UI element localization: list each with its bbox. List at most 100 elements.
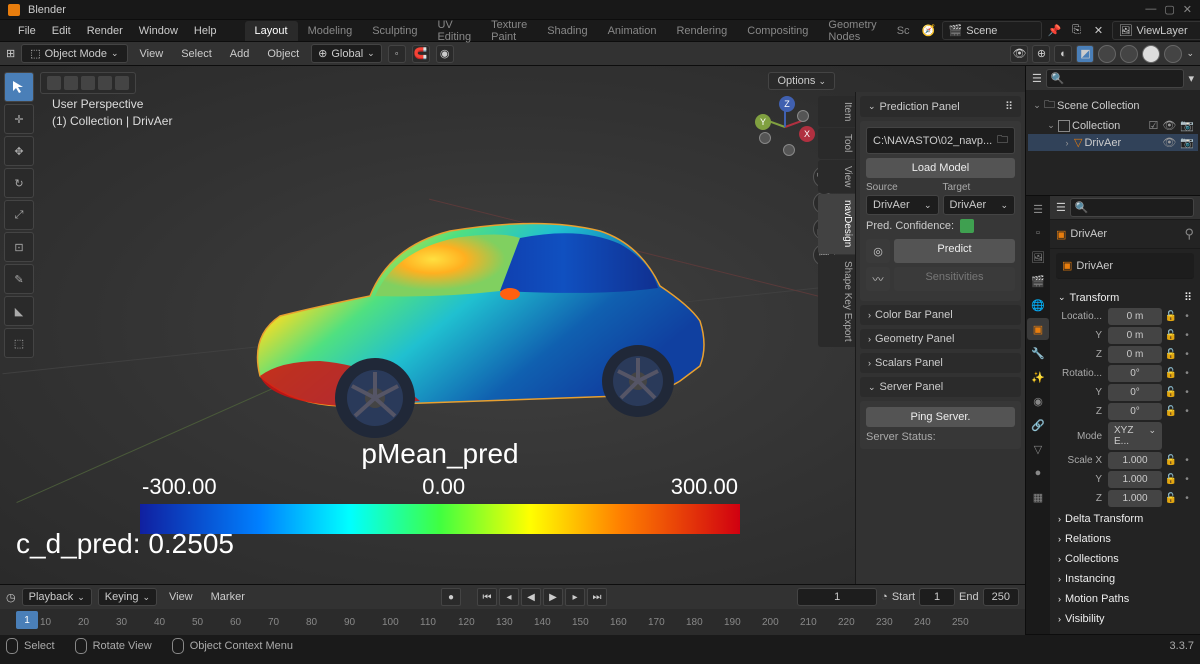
visibility-header[interactable]: ›Visibility (1056, 609, 1194, 629)
sensitivity-icon[interactable]: 〰 (866, 267, 890, 291)
lock-icon[interactable]: 🔓 (1164, 473, 1178, 487)
close-icon[interactable]: ✕ (1183, 3, 1192, 16)
measure-tool[interactable]: ◣ (4, 296, 34, 326)
add-primitive-tool[interactable]: ⬚ (4, 328, 34, 358)
predict-button[interactable]: Predict (894, 239, 1015, 263)
geometry-panel-header[interactable]: ›Geometry Panel (860, 329, 1021, 349)
outliner-object-drivaer[interactable]: ›▽DrivAer👁📷 (1028, 134, 1198, 151)
options-dropdown[interactable]: Options ⌄ (768, 72, 835, 90)
lock-icon[interactable]: 🔓 (1164, 329, 1178, 343)
load-model-button[interactable]: Load Model (866, 158, 1015, 178)
tab-shading[interactable]: Shading (537, 21, 597, 41)
editor-type-icon[interactable]: ⊞ (6, 47, 15, 60)
collections-header[interactable]: ›Collections (1056, 549, 1194, 569)
motion-paths-header[interactable]: ›Motion Paths (1056, 589, 1194, 609)
tab-texture-props[interactable]: ▦ (1027, 486, 1049, 508)
gizmo-x[interactable]: X (799, 126, 815, 142)
outliner-collection[interactable]: ⌄Collection☑👁📷 (1028, 117, 1198, 134)
play-reverse-button[interactable]: ◀ (521, 588, 541, 606)
tab-object-props[interactable]: ▣ (1027, 318, 1049, 340)
start-frame-field[interactable]: 1 (919, 588, 955, 606)
viewport-3d[interactable]: ✛ ✥ ↻ ⤢ ⊡ ✎ ◣ ⬚ User Perspective (1) Col… (0, 66, 1025, 584)
maximize-icon[interactable]: ▢ (1164, 3, 1174, 16)
gizmo-neg-x[interactable] (759, 132, 771, 144)
next-keyframe-button[interactable]: ▸ (565, 588, 585, 606)
rotation-y-field[interactable]: 0° (1108, 384, 1162, 401)
sensitivities-button[interactable]: Sensitivities (894, 267, 1015, 291)
tab-uv-editing[interactable]: UV Editing (427, 15, 481, 47)
scalars-panel-header[interactable]: ›Scalars Panel (860, 353, 1021, 373)
target-icon[interactable]: ◎ (866, 239, 890, 263)
filter-icon[interactable]: ▾ (1188, 72, 1194, 85)
transform-tool[interactable]: ⊡ (4, 232, 34, 262)
tab-animation[interactable]: Animation (598, 21, 667, 41)
copy-scene-icon[interactable]: ⎘ (1068, 22, 1086, 40)
overlay-toggle-button[interactable]: ◐ (1054, 45, 1072, 63)
tab-physics-props[interactable]: ◉ (1027, 390, 1049, 412)
tab-navdesign[interactable]: navDesign (818, 194, 855, 253)
rotate-tool[interactable]: ↻ (4, 168, 34, 198)
lock-icon[interactable]: 🔓 (1164, 348, 1178, 362)
lock-icon[interactable]: 🔓 (1164, 454, 1178, 468)
outliner-search[interactable]: 🔍 (1046, 69, 1185, 88)
rotation-z-field[interactable]: 0° (1108, 403, 1162, 420)
tab-geometry-nodes[interactable]: Geometry Nodes (818, 15, 886, 47)
tab-mesh-props[interactable]: ▽ (1027, 438, 1049, 460)
toolbar-menu-select[interactable]: Select (175, 46, 218, 62)
navigation-gizmo[interactable]: X Y Z (755, 96, 815, 156)
scene-browse-icon[interactable]: 🧭 (920, 22, 938, 40)
menu-file[interactable]: File (10, 22, 44, 40)
properties-search[interactable]: 🔍 (1070, 198, 1194, 217)
xray-toggle-button[interactable]: ◩ (1076, 45, 1094, 63)
scene-name-field[interactable]: 🎬 Scene (942, 21, 1042, 40)
tab-material-props[interactable]: ● (1027, 462, 1049, 484)
viewlayer-field[interactable]: 🖼 ViewLayer (1112, 21, 1200, 40)
timeline-cursor[interactable]: 1 (16, 611, 38, 629)
tab-scene-props[interactable]: 🎬 (1027, 270, 1049, 292)
gizmo-neg-z[interactable] (783, 144, 795, 156)
lock-icon[interactable]: 🔓 (1164, 492, 1178, 506)
tab-texture-paint[interactable]: Texture Paint (481, 15, 537, 47)
keying-dropdown[interactable]: Keying⌄ (98, 588, 157, 606)
tab-output-props[interactable]: ▫ (1027, 222, 1049, 244)
source-dropdown[interactable]: DrivAer⌄ (866, 195, 939, 215)
rotation-mode-dropdown[interactable]: XYZ E...⌄ (1108, 422, 1162, 450)
timeline-view-menu[interactable]: View (163, 589, 199, 605)
timeline-track[interactable]: 1 10203040506070809010011012013014015016… (0, 609, 1025, 635)
lock-icon[interactable]: 🔓 (1164, 405, 1178, 419)
snap-button[interactable]: 🧲 (412, 45, 430, 63)
shading-rendered-button[interactable] (1164, 45, 1182, 63)
instancing-header[interactable]: ›Instancing (1056, 569, 1194, 589)
tab-world-props[interactable]: 🌐 (1027, 294, 1049, 316)
tab-compositing[interactable]: Compositing (737, 21, 818, 41)
scale-tool[interactable]: ⤢ (4, 200, 34, 230)
tab-render-props[interactable]: ☰ (1027, 198, 1049, 220)
scale-y-field[interactable]: 1.000 (1108, 471, 1162, 488)
tab-view[interactable]: View (818, 160, 855, 194)
tab-item[interactable]: Item (818, 96, 855, 127)
proportional-button[interactable]: ◉ (436, 45, 454, 63)
location-z-field[interactable]: 0 m (1108, 346, 1162, 363)
menu-render[interactable]: Render (79, 22, 131, 40)
target-dropdown[interactable]: DrivAer⌄ (943, 195, 1016, 215)
gizmo-z[interactable]: Z (779, 96, 795, 112)
timeline-editor-icon[interactable]: ◷ (6, 591, 16, 604)
tab-tool[interactable]: Tool (818, 128, 855, 158)
tab-scripting[interactable]: Sc (887, 21, 920, 41)
model-path-field[interactable]: C:\NAVASTO\02_navp...🗀 (866, 127, 1015, 154)
gizmo-neg-y[interactable] (797, 110, 809, 122)
transform-section-header[interactable]: ⌄Transform⠿ (1056, 287, 1194, 308)
location-y-field[interactable]: 0 m (1108, 327, 1162, 344)
tab-modeling[interactable]: Modeling (298, 21, 363, 41)
menu-help[interactable]: Help (186, 22, 225, 40)
annotate-tool[interactable]: ✎ (4, 264, 34, 294)
tab-layout[interactable]: Layout (245, 21, 298, 41)
window-controls[interactable]: — ▢ ✕ (1145, 3, 1192, 16)
toolbar-menu-add[interactable]: Add (224, 46, 256, 62)
object-mode-dropdown[interactable]: ⬚ Object Mode ⌄ (21, 44, 127, 63)
playback-dropdown[interactable]: Playback⌄ (22, 588, 92, 606)
relations-header[interactable]: ›Relations (1056, 529, 1194, 549)
outliner-editor-icon[interactable]: ☰ (1032, 72, 1042, 85)
outliner-scene-collection[interactable]: ⌄🗀Scene Collection (1028, 94, 1198, 117)
scale-x-field[interactable]: 1.000 (1108, 452, 1162, 469)
